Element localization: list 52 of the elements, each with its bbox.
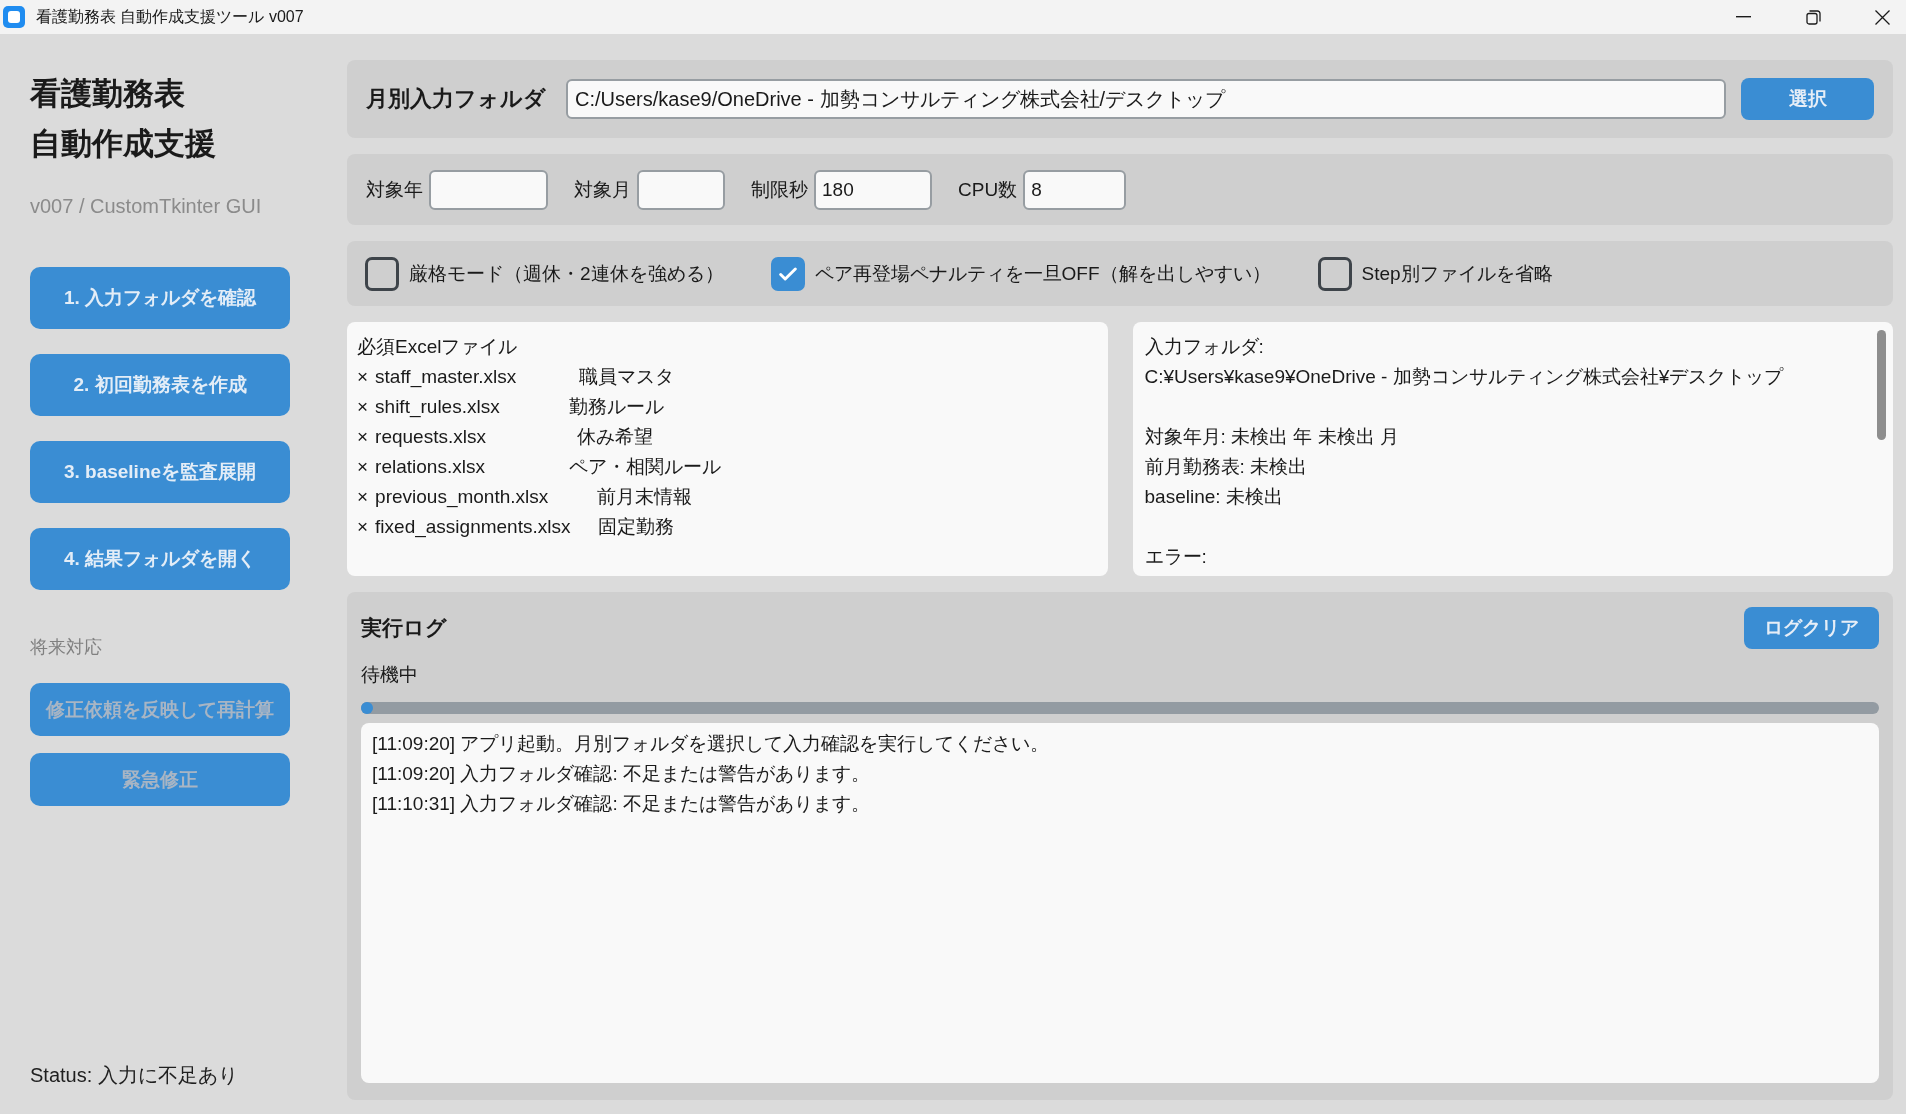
log-line: [11:09:20] アプリ起動。月別フォルダを選択して入力確認を実行してください。 [372,732,1050,756]
window-title: 看護勤務表 自動作成支援ツール v007 [36,6,304,27]
info-line: 前月勤務表: 未検出 [1144,455,1309,479]
status-text: Status: 入力に不足あり [30,1063,238,1088]
info-line: baseline: 未検出 [1144,485,1284,509]
section-heading: 将来対応 [30,636,102,659]
log-line: [11:10:31] 入力フォルダ確認: 不足または警告があります。 [372,792,870,816]
app-heading: 看護勤務表 [30,75,186,113]
checkbox[interactable] [1317,256,1352,291]
folder-label: 月別入力フォルダ [366,85,546,113]
step-button[interactable]: 3. baselineを監査展開 [30,441,290,503]
step-button[interactable]: 4. 結果フォルダを開く [30,528,290,590]
checkbox-label: Step別ファイルを省略 [1361,261,1553,286]
close-icon [1875,9,1890,25]
minimize-icon [1735,16,1751,18]
restore-icon [1805,9,1821,25]
scrollbar-thumb[interactable] [1877,330,1886,440]
file-list-line: × relations.xlsx ペア・相関ルール [357,455,722,479]
checkbox[interactable] [770,256,805,291]
param-label: CPU数 [958,177,1018,202]
select-button[interactable]: 選択 [1741,78,1874,120]
folder-input[interactable]: C:/Users/kase9/OneDrive - 加勢コンサルティング株式会社/デスクトップ [566,79,1726,119]
progress-status: 待機中 [361,663,418,687]
file-list-line: × requests.xlsx 休み希望 [357,425,654,449]
step-button[interactable]: 2. 初回勤務表を作成 [30,354,290,416]
param-input[interactable] [637,169,725,210]
clear-log-button[interactable]: ログクリア [1744,607,1879,649]
checkbox-label: ペア再登場ペナルティを一旦OFF（解を出しやすい） [814,261,1271,286]
info-line: エラー: [1144,545,1208,569]
param-input[interactable]: 180 [814,169,932,210]
file-list-heading: 必須Excelファイル [357,335,519,359]
app-icon [3,6,25,28]
file-list-line: × staff_master.xlsx 職員マスタ [357,365,676,390]
file-list-line: × previous_month.xlsx 前月末情報 [357,485,694,510]
check-icon [778,266,797,281]
log-line: [11:09:20] 入力フォルダ確認: 不足または警告があります。 [372,762,870,786]
param-label: 制限秒 [751,177,808,202]
param-label: 対象年 [366,177,423,202]
step-button[interactable]: 1. 入力フォルダを確認 [30,267,290,329]
info-line: 入力フォルダ: [1144,335,1265,359]
param-label: 対象月 [574,177,631,202]
param-input[interactable] [429,169,548,210]
log-title: 実行ログ [361,615,447,641]
app-heading: 自動作成支援 [30,125,216,163]
file-list-line: × shift_rules.xlsx 勤務ルール [357,395,666,420]
param-input[interactable]: 8 [1023,169,1127,210]
version-subtitle: v007 / CustomTkinter GUI [30,194,262,219]
info-line: 対象年月: 未検出 年 未検出 月 [1144,425,1400,449]
checkbox[interactable] [365,256,399,291]
checkbox-label: 厳格モード（週休・2連休を強める） [409,261,724,286]
file-list-line: × fixed_assignments.xlsx 固定勤務 [357,515,676,540]
info-line: C:¥Users¥kase9¥OneDrive - 加勢コンサルティング株式会社¥デスクトップ [1144,365,1785,389]
